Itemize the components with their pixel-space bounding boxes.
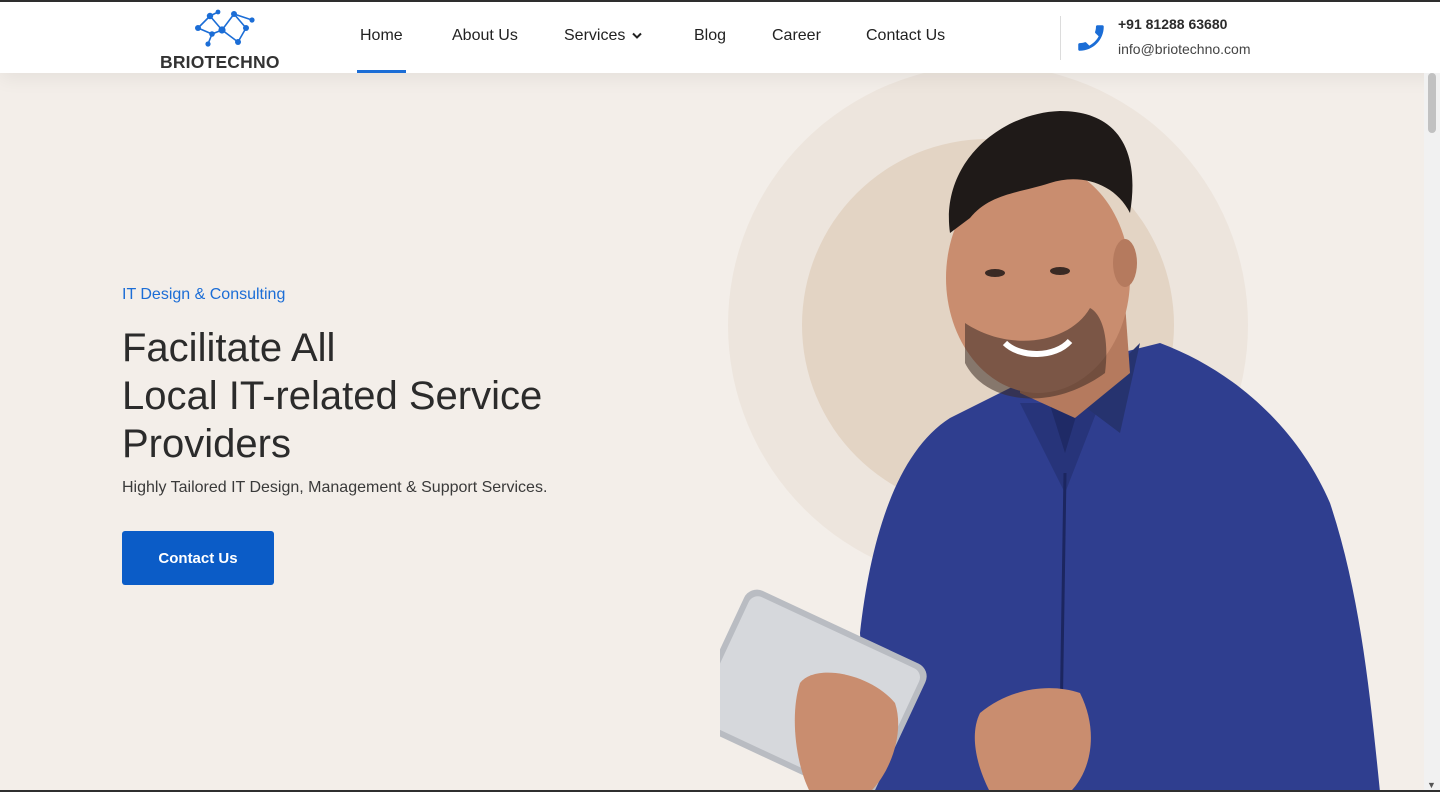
nav-career[interactable]: Career — [772, 2, 821, 73]
scrollbar-thumb[interactable] — [1428, 73, 1436, 133]
chevron-down-icon — [631, 2, 643, 69]
contact-us-button[interactable]: Contact Us — [122, 531, 274, 585]
hero-title: Facilitate All Local IT-related Service … — [122, 324, 642, 468]
site-header: BRIOTECHNO Home About Us Services Blog C… — [0, 2, 1440, 73]
nav-services[interactable]: Services — [564, 2, 643, 73]
header-divider — [1060, 16, 1061, 60]
contact-email[interactable]: info@briotechno.com — [1118, 41, 1251, 57]
hero-description: Highly Tailored IT Design, Management & … — [122, 479, 548, 496]
nav-contact-us[interactable]: Contact Us — [866, 2, 945, 73]
man-holding-tablet-illustration — [720, 73, 1380, 792]
contact-phone[interactable]: +91 81288 63680 — [1118, 16, 1227, 32]
phone-icon — [1074, 21, 1108, 60]
nav-blog[interactable]: Blog — [694, 2, 726, 73]
hero-subtitle: IT Design & Consulting — [122, 286, 286, 303]
scroll-down-arrow-icon[interactable]: ▼ — [1427, 780, 1436, 790]
hero-image — [720, 73, 1424, 792]
nav-services-label: Services — [564, 27, 626, 44]
hero-title-line: Local IT-related Service — [122, 374, 543, 418]
hero-title-line: Facilitate All — [122, 326, 336, 370]
brand-name: BRIOTECHNO — [160, 52, 280, 72]
nav-home[interactable]: Home — [357, 2, 406, 73]
brand-logo[interactable]: BRIOTECHNO — [158, 8, 294, 72]
hero-title-line: Providers — [122, 422, 291, 466]
network-nodes-icon — [195, 9, 255, 47]
page-scrollbar[interactable]: ▼ — [1424, 73, 1440, 792]
nav-about-us[interactable]: About Us — [452, 2, 518, 73]
